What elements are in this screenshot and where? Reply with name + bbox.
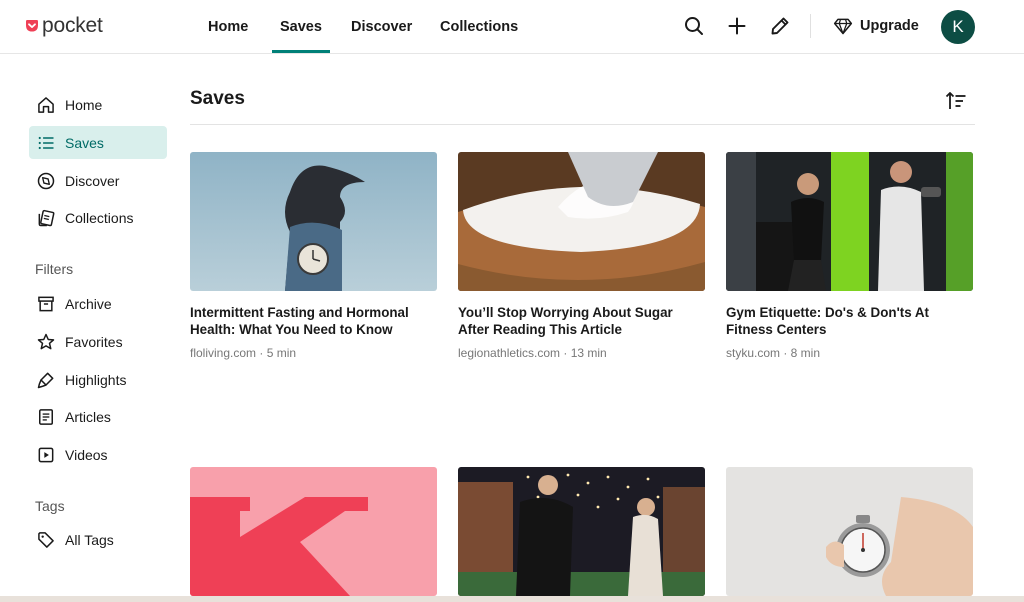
sidebar-item-label: Articles	[65, 408, 111, 425]
list-icon	[38, 136, 54, 149]
tab-collections[interactable]: Collections	[440, 0, 518, 54]
filters-heading: Filters	[35, 261, 74, 277]
archive-icon	[38, 296, 54, 311]
title-divider	[190, 124, 975, 125]
tab-home[interactable]: Home	[208, 0, 248, 54]
sidebar-item-articles[interactable]: Articles	[29, 400, 167, 433]
card-thumbnail[interactable]	[190, 467, 437, 596]
article-card[interactable]: You’ll Stop Worrying About Sugar After R…	[458, 152, 705, 360]
article-card[interactable]	[726, 467, 973, 596]
tags-heading: Tags	[35, 498, 65, 514]
page-title: Saves	[190, 88, 245, 109]
star-icon	[37, 333, 55, 349]
upgrade-button[interactable]: Upgrade	[833, 14, 919, 38]
diamond-icon	[833, 18, 853, 35]
sidebar-item-home[interactable]: Home	[29, 88, 167, 121]
card-title[interactable]: Intermittent Fasting and Hormonal Health…	[190, 304, 437, 338]
card-meta: floliving.com · 5 min	[190, 346, 297, 360]
card-thumbnail[interactable]	[458, 152, 705, 291]
sidebar-item-label: Archive	[65, 295, 112, 312]
card-meta: styku.com · 8 min	[726, 346, 821, 360]
video-icon	[38, 447, 54, 462]
sort-icon[interactable]	[945, 90, 967, 112]
avatar[interactable]: K	[941, 10, 975, 44]
home-icon	[38, 96, 54, 113]
card-thumbnail[interactable]	[458, 467, 705, 596]
tag-icon	[38, 531, 54, 548]
article-card[interactable]	[458, 467, 705, 596]
article-card[interactable]: Gym Etiquette: Do's & Don'ts At Fitness …	[726, 152, 973, 360]
sidebar-item-archive[interactable]: Archive	[29, 287, 167, 320]
woman-holding-clock-image	[190, 152, 437, 291]
sidebar-item-label: Favorites	[65, 333, 123, 350]
red-k-letter-image	[190, 467, 437, 596]
sidebar-item-label: Collections	[65, 209, 134, 226]
sidebar-item-label: Home	[65, 96, 103, 113]
card-title[interactable]: You’ll Stop Worrying About Sugar After R…	[458, 304, 705, 338]
sidebar-item-collections[interactable]: Collections	[29, 201, 167, 234]
article-card[interactable]	[190, 467, 437, 596]
card-title[interactable]: Gym Etiquette: Do's & Don'ts At Fitness …	[726, 304, 973, 338]
sidebar-item-highlights[interactable]: Highlights	[29, 363, 167, 396]
tab-discover[interactable]: Discover	[351, 0, 412, 54]
card-thumbnail[interactable]	[190, 152, 437, 291]
sidebar-item-favorites[interactable]: Favorites	[29, 325, 167, 358]
card-thumbnail[interactable]	[726, 152, 973, 291]
sidebar-item-label: Discover	[65, 172, 120, 189]
sidebar-item-all-tags[interactable]: All Tags	[29, 523, 167, 556]
sidebar-item-label: Saves	[65, 134, 104, 151]
toolbar-divider	[810, 14, 811, 38]
tab-saves[interactable]: Saves	[272, 0, 330, 54]
pencil-icon[interactable]	[768, 14, 792, 38]
article-icon	[39, 408, 53, 425]
compass-icon	[37, 172, 55, 189]
add-icon[interactable]	[725, 14, 749, 38]
hand-stopwatch-image	[726, 467, 973, 596]
upgrade-label: Upgrade	[860, 18, 919, 34]
top-bar: pocket Home Saves Discover Collections U…	[0, 0, 1024, 54]
highlighter-icon	[37, 372, 54, 388]
sidebar-item-saves[interactable]: Saves	[29, 126, 167, 159]
pocket-logo[interactable]: pocket	[25, 13, 103, 39]
bottom-scroll-edge	[0, 596, 1024, 602]
card-meta: legionathletics.com · 13 min	[458, 346, 607, 360]
search-icon[interactable]	[682, 14, 706, 38]
wedding-couple-lights-image	[458, 467, 705, 596]
sidebar-item-label: Videos	[65, 446, 108, 463]
pocket-logo-icon	[26, 20, 38, 32]
card-thumbnail[interactable]	[726, 467, 973, 596]
brand-name: pocket	[42, 14, 103, 37]
sidebar-item-label: All Tags	[65, 531, 114, 548]
article-card[interactable]: Intermittent Fasting and Hormonal Health…	[190, 152, 437, 360]
sidebar: Home Saves Discover Collections Filters	[0, 55, 180, 602]
sidebar-item-label: Highlights	[65, 371, 127, 388]
collections-icon	[38, 209, 55, 226]
sidebar-item-videos[interactable]: Videos	[29, 438, 167, 471]
gym-couple-image	[726, 152, 973, 291]
bowl-of-sugar-image	[458, 152, 705, 291]
sidebar-item-discover[interactable]: Discover	[29, 164, 167, 197]
